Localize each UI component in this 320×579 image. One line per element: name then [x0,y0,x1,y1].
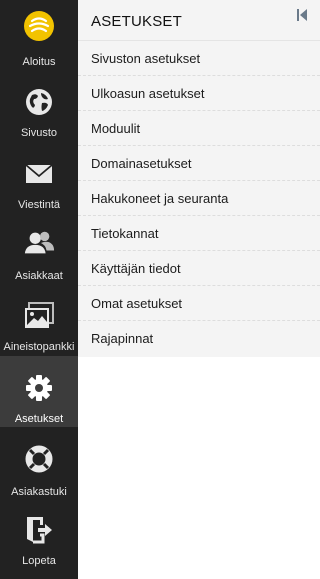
sidebar-item-asiakkaat[interactable]: Asiakkaat [0,213,78,284]
menu-item-kayttajan-tiedot[interactable]: Käyttäjän tiedot [78,251,320,286]
sidebar-item-label: Sivusto [20,127,58,139]
sidebar-item-sivusto[interactable]: Sivusto [0,71,78,142]
menu-item-omat-asetukset[interactable]: Omat asetukset [78,286,320,321]
sidebar-item-label: Lopeta [22,555,56,567]
sidebar: Aloitus Sivusto Viestintä Asiakkaat Aine… [0,0,78,579]
settings-menu: Sivuston asetukset Ulkoasun asetukset Mo… [78,41,320,357]
settings-panel: ASETUKSET Sivuston asetukset Ulkoasun as… [78,0,320,579]
images-icon [23,300,55,332]
collapse-left-icon[interactable] [296,8,308,22]
menu-item-domainasetukset[interactable]: Domainasetukset [78,146,320,181]
menu-item-hakukoneet-ja-seuranta[interactable]: Hakukoneet ja seuranta [78,181,320,216]
logout-icon [23,514,55,546]
sidebar-item-label: Asiakkaat [15,270,63,282]
sidebar-item-asetukset[interactable]: Asetukset [0,356,78,427]
app: Aloitus Sivusto Viestintä Asiakkaat Aine… [0,0,320,579]
sidebar-item-aineistopankki[interactable]: Aineistopankki [0,284,78,355]
users-icon [23,227,55,259]
panel-header: ASETUKSET [78,0,320,41]
sidebar-item-label: Asiakastuki [11,486,67,498]
sidebar-item-label: Aineistopankki [3,341,75,353]
envelope-icon [23,158,55,190]
sidebar-item-viestinta[interactable]: Viestintä [0,142,78,213]
gear-icon [23,372,55,404]
globe-icon [23,86,55,118]
sidebar-item-label: Aloitus [22,56,56,68]
menu-item-moduulit[interactable]: Moduulit [78,111,320,146]
sidebar-item-label: Asetukset [14,413,64,425]
sidebar-item-asiakastuki[interactable]: Asiakastuki [0,428,78,499]
menu-item-ulkoasun-asetukset[interactable]: Ulkoasun asetukset [78,76,320,111]
sidebar-item-label: Viestintä [18,199,60,211]
menu-item-rajapinnat[interactable]: Rajapinnat [78,321,320,357]
sidebar-item-lopeta[interactable]: Lopeta [0,500,78,571]
logo-icon [23,10,55,42]
sidebar-item-aloitus[interactable]: Aloitus [0,0,78,71]
panel-title: ASETUKSET [91,13,182,30]
menu-item-tietokannat[interactable]: Tietokannat [78,216,320,251]
lifebuoy-icon [23,443,55,475]
menu-item-sivuston-asetukset[interactable]: Sivuston asetukset [78,41,320,76]
